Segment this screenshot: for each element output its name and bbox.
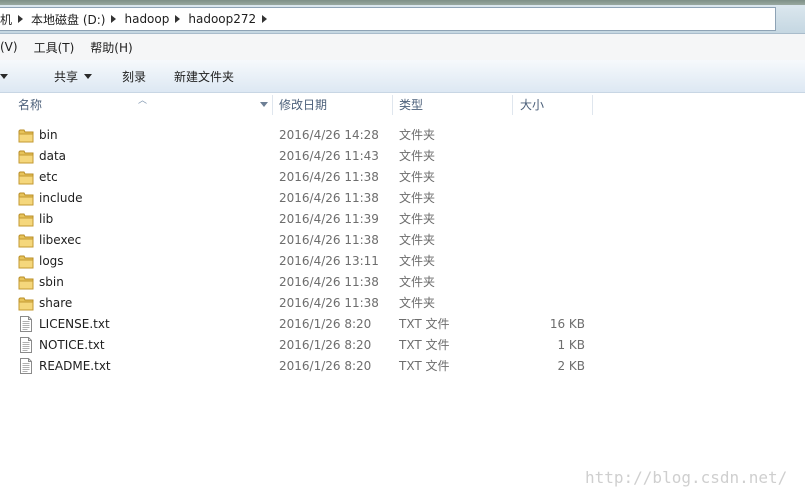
file-size: 1 KB — [557, 338, 585, 352]
file-name: lib — [39, 212, 54, 226]
column-name[interactable]: 名称 — [0, 93, 272, 117]
file-name: libexec — [39, 233, 82, 247]
breadcrumb-local-disk[interactable]: 本地磁盘 (D:) — [25, 11, 109, 28]
chevron-right-icon[interactable] — [262, 15, 268, 23]
file-type: 文件夹 — [399, 275, 436, 289]
file-row[interactable]: LICENSE.txt 2016/1/26 8:20 TXT 文件 16 KB — [0, 314, 805, 335]
file-size: 16 KB — [549, 317, 585, 331]
share-label: 共享 — [54, 69, 79, 84]
column-type[interactable]: 类型 — [381, 93, 511, 117]
command-toolbar: 共享 刻录 新建文件夹 — [0, 60, 805, 93]
file-name: etc — [39, 170, 58, 184]
file-type: TXT 文件 — [399, 317, 450, 331]
file-row[interactable]: bin 2016/4/26 14:28 文件夹 — [0, 125, 805, 146]
file-date: 2016/4/26 11:39 — [279, 212, 379, 226]
file-icon — [18, 358, 34, 374]
file-name: LICENSE.txt — [39, 317, 110, 331]
folder-icon — [18, 254, 34, 269]
folder-icon — [18, 296, 34, 311]
file-date: 2016/4/26 13:11 — [279, 254, 379, 268]
folder-icon — [18, 170, 34, 185]
file-row[interactable]: README.txt 2016/1/26 8:20 TXT 文件 2 KB — [0, 356, 805, 377]
breadcrumb-hadoop272[interactable]: hadoop272 — [182, 12, 260, 26]
file-name: README.txt — [39, 359, 111, 373]
chevron-down-icon — [84, 73, 93, 79]
breadcrumb-hadoop[interactable]: hadoop — [118, 12, 173, 26]
file-type: 文件夹 — [399, 296, 436, 310]
menu-tools[interactable]: 工具(T) — [34, 39, 83, 56]
column-size[interactable]: 大小 — [502, 93, 592, 117]
file-row[interactable]: include 2016/4/26 11:38 文件夹 — [0, 188, 805, 209]
organize-button[interactable] — [0, 64, 12, 88]
file-row[interactable]: etc 2016/4/26 11:38 文件夹 — [0, 167, 805, 188]
chevron-right-icon[interactable] — [111, 15, 117, 23]
watermark-text: http://blog.csdn.net/ — [585, 468, 788, 487]
folder-icon — [18, 275, 34, 290]
file-type: 文件夹 — [399, 191, 436, 205]
menu-bar: (V) 工具(T) 帮助(H) — [0, 34, 805, 60]
file-type: 文件夹 — [399, 233, 436, 247]
file-icon — [18, 316, 34, 332]
file-type: 文件夹 — [399, 170, 436, 184]
chevron-down-icon — [0, 73, 8, 79]
folder-icon — [18, 191, 34, 206]
file-size: 2 KB — [557, 359, 585, 373]
file-row[interactable]: libexec 2016/4/26 11:38 文件夹 — [0, 230, 805, 251]
new-folder-button[interactable]: 新建文件夹 — [156, 64, 244, 88]
file-type: 文件夹 — [399, 212, 436, 226]
file-row[interactable]: NOTICE.txt 2016/1/26 8:20 TXT 文件 1 KB — [0, 335, 805, 356]
file-date: 2016/4/26 11:38 — [279, 170, 379, 184]
address-bar: 机 本地磁盘 (D:) hadoop hadoop272 — [0, 5, 805, 34]
burn-button[interactable]: 刻录 — [102, 64, 156, 88]
file-date: 2016/4/26 11:38 — [279, 275, 379, 289]
file-row[interactable]: share 2016/4/26 11:38 文件夹 — [0, 293, 805, 314]
file-date: 2016/4/26 11:38 — [279, 233, 379, 247]
folder-icon — [18, 212, 34, 227]
menu-help[interactable]: 帮助(H) — [90, 39, 140, 56]
file-date: 2016/1/26 8:20 — [279, 317, 372, 331]
share-button[interactable]: 共享 — [12, 64, 102, 88]
column-date[interactable]: 修改日期 — [261, 93, 391, 117]
file-name: data — [39, 149, 67, 163]
folder-icon — [18, 233, 34, 248]
file-type: 文件夹 — [399, 254, 436, 268]
file-row[interactable]: lib 2016/4/26 11:39 文件夹 — [0, 209, 805, 230]
column-header: ︿ 名称 修改日期 类型 大小 — [0, 93, 805, 117]
file-date: 2016/4/26 11:38 — [279, 191, 379, 205]
file-date: 2016/4/26 11:43 — [279, 149, 379, 163]
file-name: share — [39, 296, 73, 310]
folder-icon — [18, 149, 34, 164]
folder-icon — [18, 128, 34, 143]
menu-view[interactable]: (V) — [0, 40, 26, 54]
file-row[interactable]: data 2016/4/26 11:43 文件夹 — [0, 146, 805, 167]
file-name: NOTICE.txt — [39, 338, 105, 352]
file-type: 文件夹 — [399, 128, 436, 142]
file-name: include — [39, 191, 83, 205]
file-row[interactable]: sbin 2016/4/26 11:38 文件夹 — [0, 272, 805, 293]
column-divider[interactable] — [592, 95, 593, 115]
file-name: bin — [39, 128, 58, 142]
file-type: 文件夹 — [399, 149, 436, 163]
file-list: bin 2016/4/26 14:28 文件夹 data 2016/4/26 11:4… — [0, 125, 805, 377]
chevron-right-icon[interactable] — [18, 15, 24, 23]
breadcrumb-computer[interactable]: 机 — [0, 11, 16, 28]
chevron-right-icon[interactable] — [175, 15, 181, 23]
file-date: 2016/4/26 14:28 — [279, 128, 379, 142]
file-date: 2016/1/26 8:20 — [279, 359, 372, 373]
file-date: 2016/4/26 11:38 — [279, 296, 379, 310]
file-type: TXT 文件 — [399, 359, 450, 373]
file-type: TXT 文件 — [399, 338, 450, 352]
file-icon — [18, 337, 34, 353]
file-name: logs — [39, 254, 64, 268]
file-date: 2016/1/26 8:20 — [279, 338, 372, 352]
file-row[interactable]: logs 2016/4/26 13:11 文件夹 — [0, 251, 805, 272]
file-name: sbin — [39, 275, 64, 289]
breadcrumb[interactable]: 机 本地磁盘 (D:) hadoop hadoop272 — [0, 7, 776, 31]
